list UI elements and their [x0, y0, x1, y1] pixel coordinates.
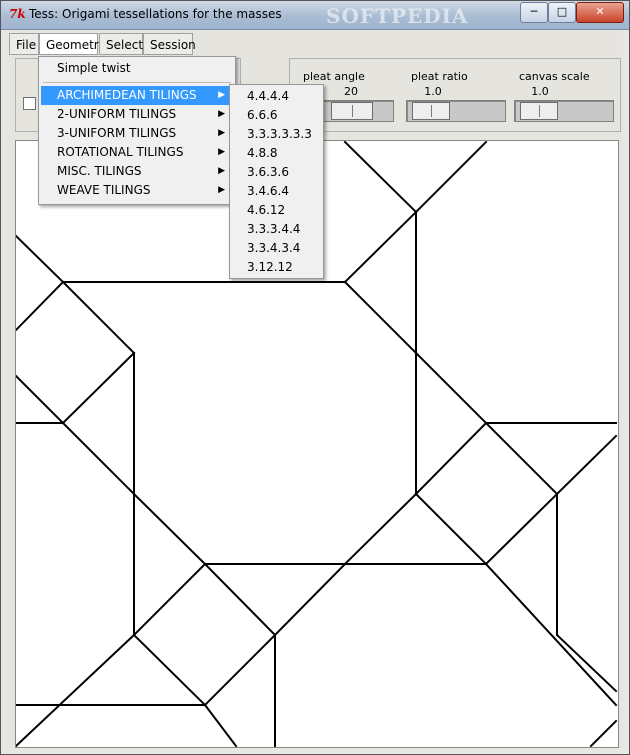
menu-item-misc-tilings[interactable]: MISC. TILINGS ▶	[41, 162, 231, 181]
softpedia-watermark: SOFTPEDIA	[326, 4, 469, 28]
canvas-scale-slider[interactable]	[514, 100, 614, 122]
menu-geometry[interactable]: Geometry	[39, 33, 106, 55]
pleat-angle-label: pleat angle	[303, 70, 365, 83]
close-button[interactable]: ✕	[576, 2, 624, 23]
pleat-angle-slider-thumb[interactable]	[331, 102, 373, 120]
submenu-item-3-3-4-3-4[interactable]: 3.3.4.3.4	[232, 239, 321, 258]
submenu-arrow-icon: ▶	[218, 147, 225, 157]
menu-item-3-uniform-tilings[interactable]: 3-UNIFORM TILINGS ▶	[41, 124, 231, 143]
canvas-scale-label: canvas scale	[519, 70, 590, 83]
menu-session[interactable]: Session	[143, 33, 196, 55]
menu-item-label: 3-UNIFORM TILINGS	[57, 126, 177, 140]
pleat-ratio-label: pleat ratio	[411, 70, 468, 83]
submenu-item-3-3-3-3-3-3[interactable]: 3.3.3.3.3.3	[232, 125, 321, 144]
submenu-arrow-icon: ▶	[218, 185, 225, 195]
menu-item-weave-tilings[interactable]: WEAVE TILINGS ▶	[41, 181, 231, 200]
menu-file[interactable]: File	[9, 33, 39, 55]
submenu-item-6-6-6[interactable]: 6.6.6	[232, 106, 321, 125]
menu-separator	[43, 82, 231, 83]
menu-item-2-uniform-tilings[interactable]: 2-UNIFORM TILINGS ▶	[41, 105, 231, 124]
submenu-item-3-3-3-4-4[interactable]: 3.3.3.4.4	[232, 220, 321, 239]
menu-item-label: 2-UNIFORM TILINGS	[57, 107, 177, 121]
maximize-button[interactable]: □	[548, 2, 576, 23]
menu-select[interactable]: Select	[99, 33, 143, 55]
submenu-item-3-12-12[interactable]: 3.12.12	[232, 258, 321, 277]
submenu-item-3-6-3-6[interactable]: 3.6.3.6	[232, 163, 321, 182]
menu-item-simple-twist[interactable]: Simple twist	[41, 59, 231, 78]
submenu-item-3-4-6-4[interactable]: 3.4.6.4	[232, 182, 321, 201]
archimedean-submenu: 4.4.4.4 6.6.6 3.3.3.3.3.3 4.8.8 3.6.3.6 …	[229, 84, 324, 279]
pleat-ratio-slider-thumb[interactable]	[412, 102, 450, 120]
menu-item-label: ROTATIONAL TILINGS	[57, 145, 184, 159]
minimize-button[interactable]: ─	[520, 2, 548, 23]
menu-item-label: MISC. TILINGS	[57, 164, 142, 178]
pleat-ratio-value: 1.0	[424, 85, 442, 98]
menu-item-label: WEAVE TILINGS	[57, 183, 151, 197]
submenu-item-4-6-12[interactable]: 4.6.12	[232, 201, 321, 220]
title-bar[interactable]: 7k Tess: Origami tessellations for the m…	[1, 1, 629, 30]
window-title: Tess: Origami tessellations for the mass…	[29, 7, 282, 21]
menu-item-rotational-tilings[interactable]: ROTATIONAL TILINGS ▶	[41, 143, 231, 162]
geometry-menu: Simple twist ARCHIMEDEAN TILINGS ▶ 2-UNI…	[38, 56, 236, 205]
menu-item-label: ARCHIMEDEAN TILINGS	[57, 88, 197, 102]
submenu-item-4-8-8[interactable]: 4.8.8	[232, 144, 321, 163]
canvas-scale-slider-thumb[interactable]	[520, 102, 558, 120]
canvas-scale-value: 1.0	[531, 85, 549, 98]
tk-feather-icon: 7k	[9, 7, 26, 21]
submenu-arrow-icon: ▶	[218, 90, 225, 100]
menubar: File Geometry Select Session	[9, 31, 623, 57]
submenu-arrow-icon: ▶	[218, 166, 225, 176]
submenu-arrow-icon: ▶	[218, 128, 225, 138]
menu-item-archimedean-tilings[interactable]: ARCHIMEDEAN TILINGS ▶	[41, 86, 231, 105]
pleat-ratio-slider[interactable]	[406, 100, 506, 122]
option-checkbox[interactable]	[23, 97, 36, 110]
submenu-arrow-icon: ▶	[218, 109, 225, 119]
pleat-angle-value: 20	[344, 85, 358, 98]
submenu-item-4-4-4-4[interactable]: 4.4.4.4	[232, 87, 321, 106]
parameters-group: pleat angle 20 pleat ratio 1.0 canvas sc…	[289, 58, 621, 132]
